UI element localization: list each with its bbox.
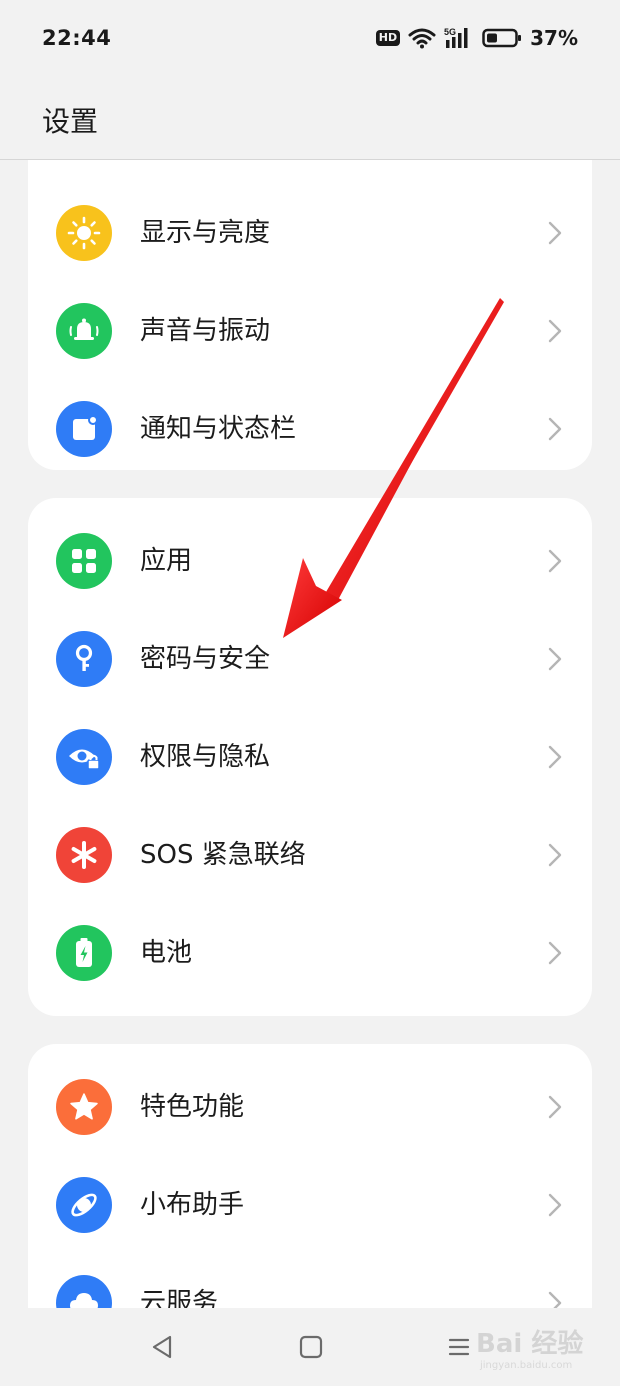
chevron-right-icon [548,1193,562,1217]
page-title: 设置 [42,105,99,138]
key-icon [56,631,112,687]
status-icons: HD 5G 37% [375,26,578,50]
settings-item-label: 云服务 [140,1288,219,1308]
privacy-eye-lock-icon [56,729,112,785]
status-bar: 22:44 HD 5G 37% [0,0,620,76]
settings-item-label: 应用 [140,546,193,576]
settings-item-label: SOS 紧急联络 [140,840,306,870]
hd-badge: HD [375,30,401,46]
chevron-right-icon [548,843,562,867]
battery-percent: 37% [530,26,578,50]
settings-item-label: 密码与安全 [140,644,271,674]
chevron-right-icon [548,647,562,671]
asterisk-icon [56,827,112,883]
sun-icon [56,205,112,261]
baidu-watermark: Bai 经验 jingyan.baidu.com [476,1328,583,1371]
watermark-subtext: jingyan.baidu.com [479,1360,572,1371]
chevron-right-icon [548,1095,562,1119]
wifi-icon [408,28,436,49]
cloud-icon [56,1275,112,1308]
chevron-right-icon [548,417,562,441]
settings-group-features: 特色功能 小布助手 云服务 [28,1044,592,1308]
battery-icon [56,925,112,981]
settings-item-special-features[interactable]: 特色功能 [28,1058,592,1156]
status-time: 22:44 [42,26,112,50]
settings-list[interactable]: 显示与亮度 声音与振动 通知与状态栏 应用 密码与安全 权限与隐私 SOS 紧急… [0,160,620,1308]
settings-item-permissions-privacy[interactable]: 权限与隐私 [28,708,592,806]
notification-icon [56,401,112,457]
settings-item-cloud-service[interactable]: 云服务 [28,1254,592,1308]
home-button-icon[interactable] [296,1332,326,1362]
settings-item-password-security[interactable]: 密码与安全 [28,610,592,708]
battery-icon [482,28,522,48]
bell-icon [56,303,112,359]
settings-item-notifications-statusbar[interactable]: 通知与状态栏 [28,380,592,478]
settings-item-display-brightness[interactable]: 显示与亮度 [28,184,592,282]
settings-item-sound-vibration[interactable]: 声音与振动 [28,282,592,380]
cellular-signal-icon: 5G [444,27,468,48]
assistant-orbit-icon [56,1177,112,1233]
back-button-icon[interactable] [148,1332,178,1362]
settings-item-sos-emergency[interactable]: SOS 紧急联络 [28,806,592,904]
settings-item-apps[interactable]: 应用 [28,512,592,610]
settings-item-label: 特色功能 [140,1092,245,1122]
apps-grid-icon [56,533,112,589]
settings-item-label: 权限与隐私 [140,742,271,772]
settings-item-label: 电池 [140,938,193,968]
settings-item-label: 通知与状态栏 [140,414,297,444]
chevron-right-icon [548,941,562,965]
chevron-right-icon [548,549,562,573]
recents-menu-icon[interactable] [444,1332,474,1362]
settings-group-display: 显示与亮度 声音与振动 通知与状态栏 [28,160,592,470]
chevron-right-icon [548,745,562,769]
settings-group-apps-security: 应用 密码与安全 权限与隐私 SOS 紧急联络 电池 [28,498,592,1016]
network-type-label: 5G [444,27,456,37]
settings-item-label: 显示与亮度 [140,218,271,248]
settings-item-battery[interactable]: 电池 [28,904,592,1002]
settings-item-breeno-assistant[interactable]: 小布助手 [28,1156,592,1254]
settings-item-label: 小布助手 [140,1190,245,1220]
watermark-text: Bai 经验 [476,1328,583,1359]
chevron-right-icon [548,221,562,245]
settings-item-label: 声音与振动 [140,316,271,346]
page-header: 设置 [0,76,620,160]
chevron-right-icon [548,1291,562,1308]
chevron-right-icon [548,319,562,343]
star-icon [56,1079,112,1135]
